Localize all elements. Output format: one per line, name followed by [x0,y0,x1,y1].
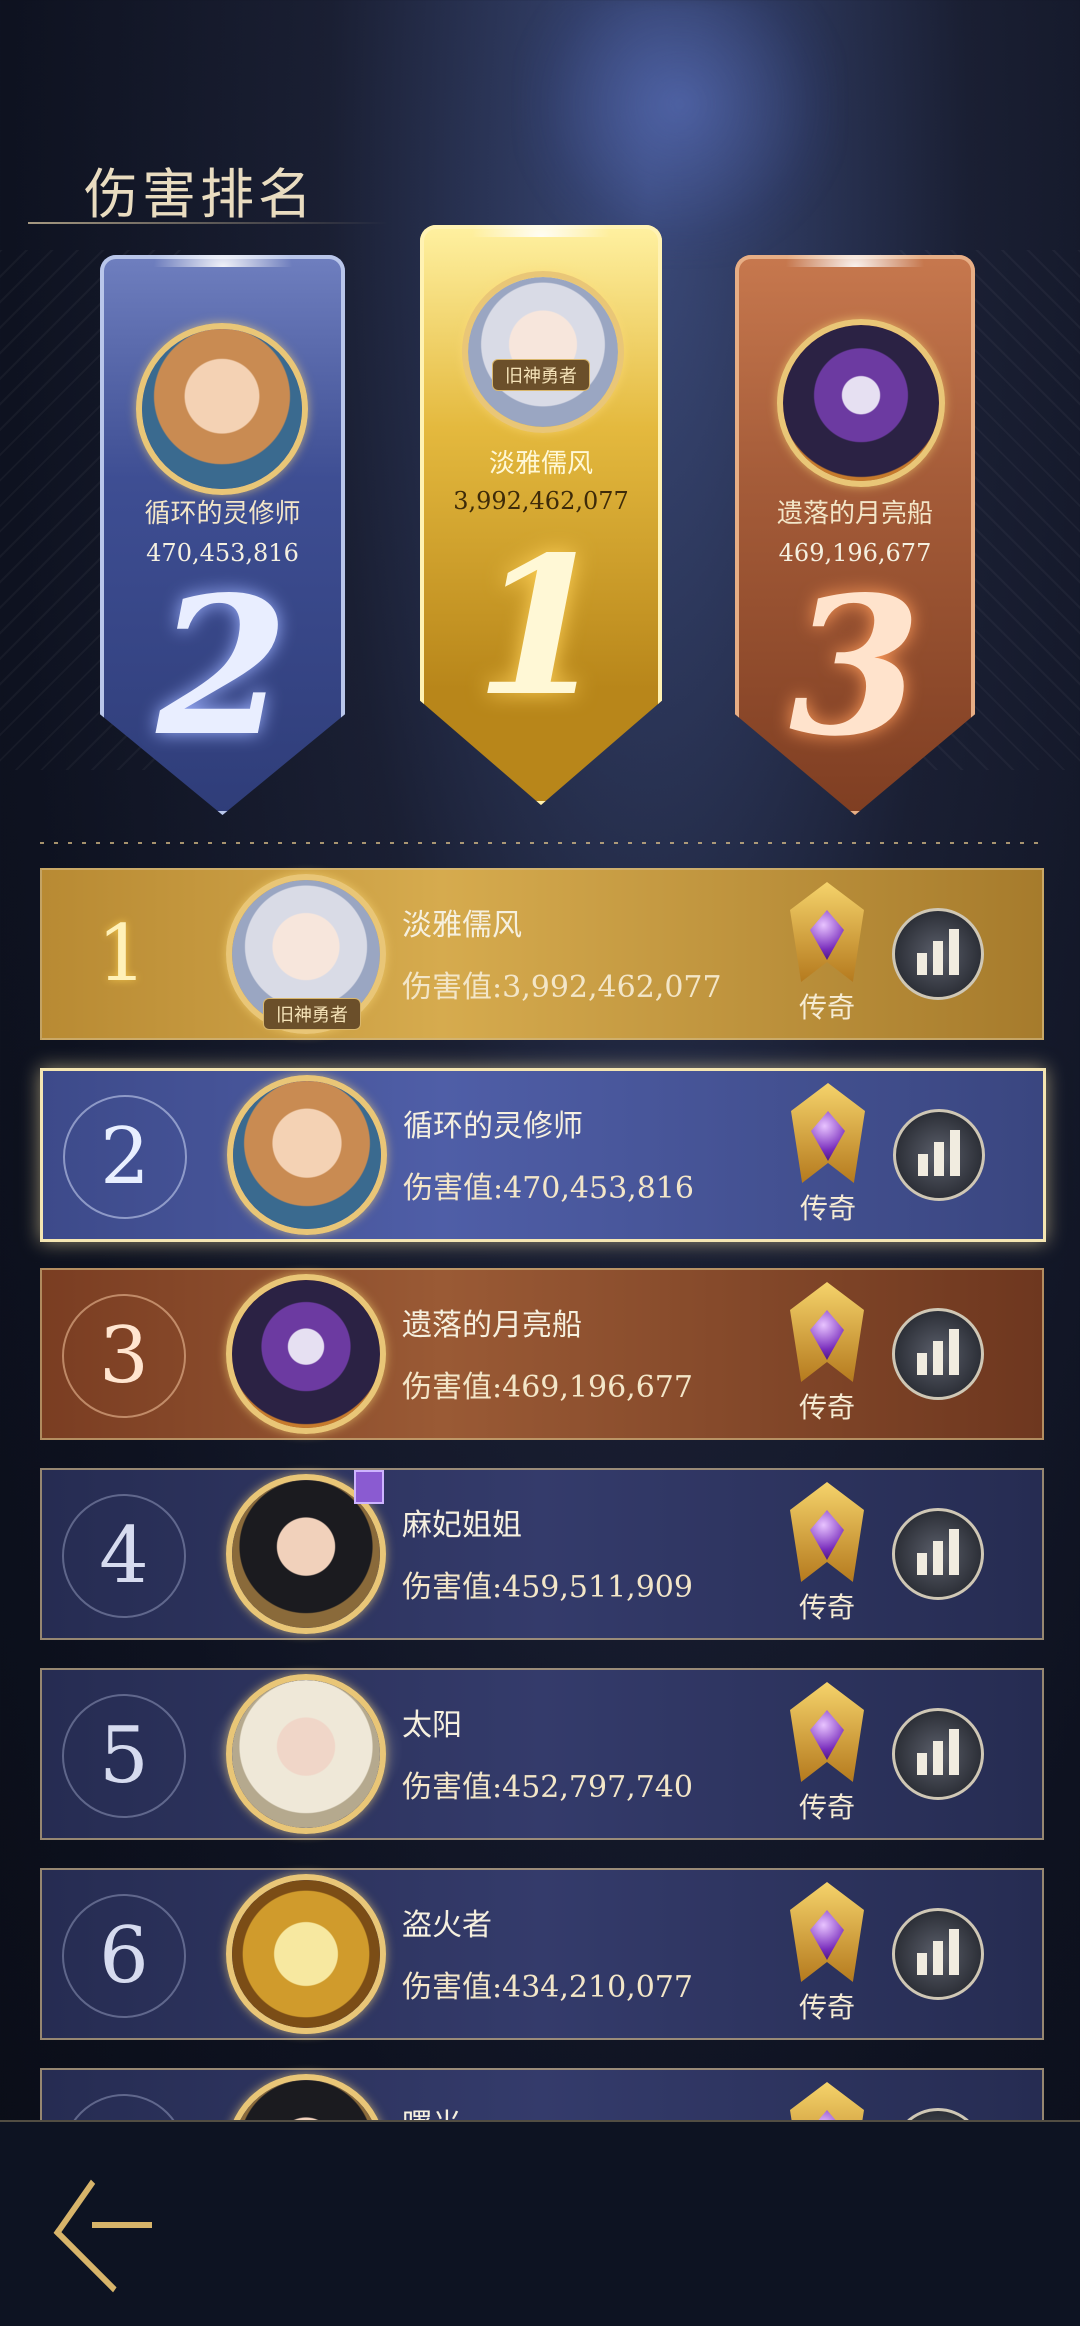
avatar [232,1680,380,1828]
damage-value: 伤害值:3,992,462,077 [402,970,722,1005]
bar-chart-icon[interactable] [892,908,984,1000]
bar-chart-icon[interactable] [892,1308,984,1400]
rank-number: 5 [62,1694,186,1818]
title-divider [28,222,388,224]
podium-rank-number: 1 [474,515,608,738]
podium-name: 循环的灵修师 [144,499,301,529]
list-row-2[interactable]: 2 循环的灵修师 伤害值:470,453,816 传奇 [40,1068,1046,1242]
title-badge: 旧神勇者 [263,998,361,1030]
legend-emblem-icon: 传奇 [772,1482,882,1624]
back-arrow-icon[interactable] [44,2179,164,2293]
list-row-4[interactable]: 4 麻妃姐姐 伤害值:459,511,909 传奇 [40,1468,1044,1640]
player-name: 麻妃姐姐 [402,1508,522,1543]
legend-emblem-icon: 传奇 [772,882,882,1024]
damage-value: 伤害值:452,797,740 [402,1770,693,1805]
podium-third[interactable]: 遗落的月亮船 469,196,677 3 [735,255,975,815]
podium-name: 遗落的月亮船 [776,499,933,529]
background-nebula [520,0,840,260]
guild-badge-icon [354,1470,384,1504]
bar-chart-icon[interactable] [893,1109,985,1201]
rank-number: 1 [97,909,147,999]
podium-second[interactable]: 循环的灵修师 470,453,816 2 [100,255,345,815]
bar-chart-icon[interactable] [892,1908,984,2000]
podium-name: 淡雅儒风 [488,449,593,479]
player-name: 太阳 [402,1708,462,1743]
bar-chart-icon[interactable] [892,1508,984,1600]
page-title: 伤害排名 [84,163,316,226]
damage-value: 伤害值:470,453,816 [403,1171,694,1206]
list-row-1[interactable]: 1 旧神勇者 淡雅儒风 伤害值:3,992,462,077 传奇 [40,868,1044,1040]
avatar [232,1280,380,1428]
rank-number: 2 [63,1095,187,1219]
podium-score: 3,992,462,077 [453,487,629,515]
avatar [232,1880,380,2028]
rank-number: 4 [62,1494,186,1618]
damage-value: 伤害值:469,196,677 [402,1370,693,1405]
player-name: 盗火者 [402,1908,492,1943]
rank-number: 3 [62,1294,186,1418]
title-badge: 旧神勇者 [492,359,590,391]
bar-chart-icon[interactable] [892,1708,984,1800]
section-divider [40,842,1040,844]
avatar [142,329,302,489]
player-name: 遗落的月亮船 [402,1308,582,1343]
avatar [468,277,618,427]
avatar [233,1081,381,1229]
avatar [783,325,939,481]
legend-emblem-icon: 传奇 [772,1682,882,1824]
list-row-3[interactable]: 3 遗落的月亮船 伤害值:469,196,677 传奇 [40,1268,1044,1440]
player-name: 循环的灵修师 [403,1109,583,1144]
podium-first[interactable]: 旧神勇者 淡雅儒风 3,992,462,077 1 [420,225,662,805]
rank-number: 6 [62,1894,186,2018]
legend-emblem-icon: 传奇 [773,1083,883,1225]
list-row-6[interactable]: 6 盗火者 伤害值:434,210,077 传奇 [40,1868,1044,2040]
damage-value: 伤害值:459,511,909 [402,1570,693,1605]
legend-emblem-icon: 传奇 [772,1882,882,2024]
list-row-5[interactable]: 5 太阳 伤害值:452,797,740 传奇 [40,1668,1044,1840]
damage-value: 伤害值:434,210,077 [402,1970,693,2005]
player-name: 淡雅儒风 [402,908,522,943]
legend-emblem-icon: 传奇 [772,1282,882,1424]
